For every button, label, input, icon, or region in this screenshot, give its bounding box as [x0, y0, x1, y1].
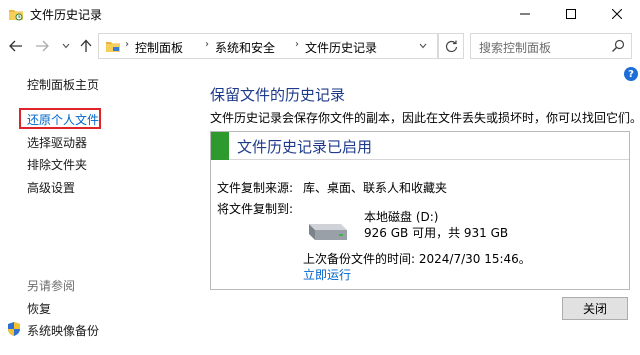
- breadcrumb-file-history[interactable]: 文件历史记录: [305, 39, 377, 56]
- help-icon[interactable]: ?: [624, 67, 638, 81]
- address-bar[interactable]: › 控制面板 › 系统和安全 › 文件历史记录: [98, 33, 438, 59]
- highlight-box: [19, 108, 101, 129]
- navigation-bar: › 控制面板 › 系统和安全 › 文件历史记录 搜索控制面板: [0, 28, 640, 64]
- recent-locations-icon[interactable]: [56, 36, 76, 56]
- drive-space: 926 GB 可用，共 931 GB: [364, 226, 509, 240]
- drive-name: 本地磁盘 (D:): [364, 210, 439, 224]
- chevron-right-icon[interactable]: ›: [205, 39, 209, 50]
- title-bar: 文件历史记录: [0, 0, 640, 28]
- address-dropdown-button[interactable]: [408, 33, 438, 59]
- status-header: 文件历史记录已启用: [211, 132, 629, 160]
- sidebar-item-select-drive[interactable]: 选择驱动器: [27, 134, 87, 151]
- close-window-button[interactable]: [594, 0, 640, 28]
- sidebar-item-control-panel-home[interactable]: 控制面板主页: [27, 76, 99, 93]
- run-now-link[interactable]: 立即运行: [303, 266, 351, 283]
- page-description: 文件历史记录会保存你文件的副本，因此在文件丢失或损坏时，你可以找回它们。: [210, 111, 640, 125]
- back-button[interactable]: [6, 36, 26, 56]
- minimize-button[interactable]: [502, 0, 548, 28]
- chevron-right-icon: ›: [125, 39, 129, 50]
- status-text: 文件历史记录已启用: [237, 138, 373, 156]
- control-panel-folder-icon: [105, 39, 121, 53]
- sidebar-item-exclude-folders[interactable]: 排除文件夹: [27, 156, 87, 173]
- last-backup-time: 上次备份文件的时间: 2024/7/30 15:46。: [303, 252, 531, 266]
- maximize-button[interactable]: [548, 0, 594, 28]
- copy-to-label: 将文件复制到:: [217, 202, 294, 216]
- sidebar-item-system-image-backup[interactable]: 系统映像备份: [27, 322, 99, 339]
- breadcrumb-system-security[interactable]: 系统和安全: [215, 39, 275, 56]
- search-icon[interactable]: [611, 39, 625, 53]
- chevron-right-icon[interactable]: ›: [295, 39, 299, 50]
- sidebar-item-recovery[interactable]: 恢复: [27, 300, 51, 317]
- refresh-button[interactable]: [438, 33, 464, 59]
- status-panel: 文件历史记录已启用 文件复制来源: 库、桌面、联系人和收藏夹 将文件复制到: 本…: [210, 131, 630, 290]
- see-also-heading: 另请参阅: [27, 279, 76, 293]
- forward-button[interactable]: [32, 36, 52, 56]
- copy-source-value: 库、桌面、联系人和收藏夹: [303, 181, 448, 195]
- hard-drive-icon: [305, 220, 349, 242]
- up-button[interactable]: [76, 36, 96, 56]
- window-title: 文件历史记录: [30, 8, 103, 22]
- breadcrumb-control-panel[interactable]: 控制面板: [135, 39, 183, 56]
- close-button[interactable]: 关闭: [562, 297, 628, 320]
- sidebar-item-advanced-settings[interactable]: 高级设置: [27, 179, 75, 196]
- copy-source-label: 文件复制来源:: [217, 181, 294, 195]
- search-input[interactable]: 搜索控制面板: [470, 33, 632, 59]
- shield-icon: [6, 321, 22, 337]
- file-history-app-icon: [8, 7, 24, 21]
- status-indicator: [211, 132, 229, 160]
- search-placeholder: 搜索控制面板: [479, 41, 552, 55]
- page-title: 保留文件的历史记录: [210, 86, 346, 104]
